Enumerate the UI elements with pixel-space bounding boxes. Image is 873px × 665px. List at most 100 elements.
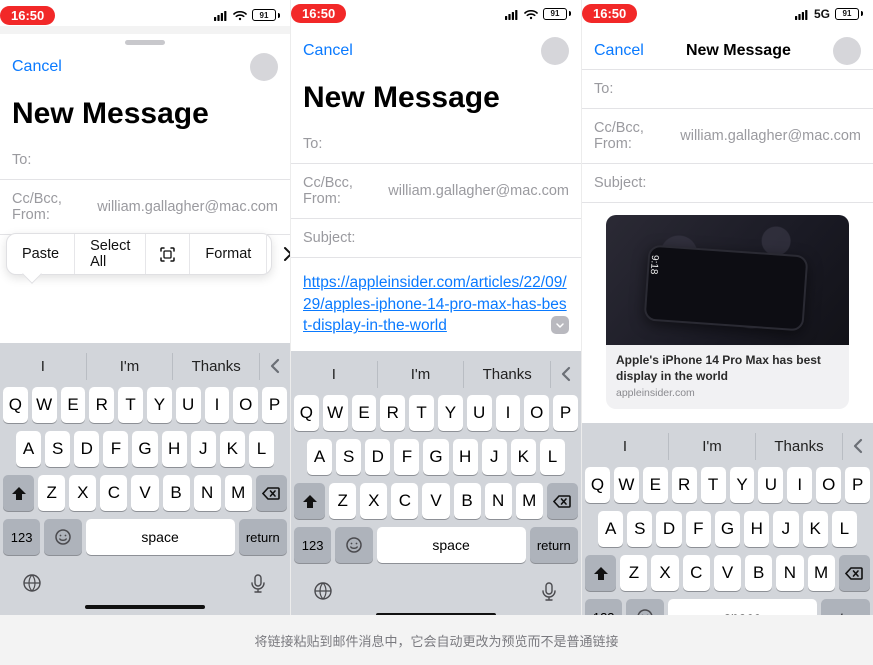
home-indicator[interactable]	[376, 613, 496, 615]
key-t[interactable]: T	[409, 395, 434, 431]
key-n[interactable]: N	[485, 483, 512, 519]
key-k[interactable]: K	[220, 431, 245, 467]
ccbcc-from-field[interactable]: Cc/Bcc, From: william.gallagher@mac.com	[291, 164, 581, 219]
key-space[interactable]: space	[86, 519, 235, 555]
key-f[interactable]: F	[394, 439, 419, 475]
suggestion-3[interactable]: Thanks	[756, 433, 843, 460]
key-y[interactable]: Y	[438, 395, 463, 431]
key-e[interactable]: E	[61, 387, 86, 423]
key-j[interactable]: J	[482, 439, 507, 475]
key-d[interactable]: D	[365, 439, 390, 475]
key-u[interactable]: U	[467, 395, 492, 431]
key-y[interactable]: Y	[147, 387, 172, 423]
dictation-button[interactable]	[539, 581, 559, 601]
home-indicator[interactable]	[85, 605, 205, 609]
key-c[interactable]: C	[391, 483, 418, 519]
key-k[interactable]: K	[511, 439, 536, 475]
key-s[interactable]: S	[45, 431, 70, 467]
key-o[interactable]: O	[816, 467, 841, 503]
link-preview-card[interactable]: Apple's iPhone 14 Pro Max has best displ…	[606, 215, 849, 409]
key-g[interactable]: G	[132, 431, 157, 467]
key-h[interactable]: H	[453, 439, 478, 475]
suggestion-3[interactable]: Thanks	[173, 353, 260, 380]
key-f[interactable]: F	[686, 511, 711, 547]
key-b[interactable]: B	[745, 555, 772, 591]
collapse-suggestions[interactable]	[551, 365, 581, 383]
key-b[interactable]: B	[163, 475, 190, 511]
key-c[interactable]: C	[100, 475, 127, 511]
key-x[interactable]: X	[69, 475, 96, 511]
key-j[interactable]: J	[773, 511, 798, 547]
suggestion-1[interactable]: I	[582, 433, 669, 460]
key-w[interactable]: W	[614, 467, 639, 503]
key-emoji[interactable]	[335, 527, 372, 563]
key-j[interactable]: J	[191, 431, 216, 467]
globe-button[interactable]	[22, 573, 42, 593]
cancel-button[interactable]: Cancel	[303, 42, 353, 60]
key-i[interactable]: I	[787, 467, 812, 503]
key-x[interactable]: X	[360, 483, 387, 519]
key-p[interactable]: P	[553, 395, 578, 431]
key-a[interactable]: A	[307, 439, 332, 475]
key-h[interactable]: H	[162, 431, 187, 467]
ccbcc-from-field[interactable]: Cc/Bcc, From: william.gallagher@mac.com	[0, 180, 290, 235]
globe-button[interactable]	[313, 581, 333, 601]
suggestion-2[interactable]: I'm	[378, 361, 465, 388]
key-p[interactable]: P	[845, 467, 870, 503]
key-return[interactable]: return	[239, 519, 287, 555]
key-n[interactable]: N	[194, 475, 221, 511]
key-q[interactable]: Q	[3, 387, 28, 423]
key-k[interactable]: K	[803, 511, 828, 547]
to-field[interactable]: To:	[0, 141, 290, 180]
key-h[interactable]: H	[744, 511, 769, 547]
key-z[interactable]: Z	[329, 483, 356, 519]
key-o[interactable]: O	[233, 387, 258, 423]
key-emoji[interactable]	[626, 599, 663, 615]
key-q[interactable]: Q	[585, 467, 610, 503]
key-x[interactable]: X	[651, 555, 678, 591]
suggestion-3[interactable]: Thanks	[464, 361, 551, 388]
cancel-button[interactable]: Cancel	[12, 58, 62, 76]
key-r[interactable]: R	[89, 387, 114, 423]
recording-time-pill[interactable]: 16:50	[0, 6, 55, 25]
suggestion-1[interactable]: I	[0, 353, 87, 380]
key-u[interactable]: U	[176, 387, 201, 423]
key-z[interactable]: Z	[620, 555, 647, 591]
key-w[interactable]: W	[32, 387, 57, 423]
compose-body[interactable]: Apple's iPhone 14 Pro Max has best displ…	[582, 203, 873, 423]
key-return[interactable]: return	[821, 599, 870, 615]
key-space[interactable]: space	[377, 527, 526, 563]
key-d[interactable]: D	[74, 431, 99, 467]
collapse-suggestions[interactable]	[843, 437, 873, 455]
key-f[interactable]: F	[103, 431, 128, 467]
key-space[interactable]: space	[668, 599, 818, 615]
key-numeric[interactable]: 123	[294, 527, 331, 563]
key-c[interactable]: C	[683, 555, 710, 591]
key-y[interactable]: Y	[730, 467, 755, 503]
cancel-button[interactable]: Cancel	[594, 42, 644, 60]
compose-body[interactable]	[0, 235, 290, 343]
recording-time-pill[interactable]: 16:50	[582, 4, 637, 23]
key-m[interactable]: M	[516, 483, 543, 519]
key-i[interactable]: I	[496, 395, 521, 431]
key-a[interactable]: A	[16, 431, 41, 467]
key-l[interactable]: L	[249, 431, 274, 467]
key-q[interactable]: Q	[294, 395, 319, 431]
key-t[interactable]: T	[118, 387, 143, 423]
pasted-link[interactable]: https://appleinsider.com/articles/22/09/…	[303, 274, 567, 334]
key-e[interactable]: E	[352, 395, 377, 431]
key-g[interactable]: G	[715, 511, 740, 547]
key-backspace[interactable]	[839, 555, 870, 591]
key-v[interactable]: V	[131, 475, 158, 511]
key-w[interactable]: W	[323, 395, 348, 431]
link-preview-toggle[interactable]	[551, 316, 569, 334]
key-z[interactable]: Z	[38, 475, 65, 511]
key-s[interactable]: S	[627, 511, 652, 547]
key-backspace[interactable]	[256, 475, 287, 511]
recording-time-pill[interactable]: 16:50	[291, 4, 346, 23]
collapse-suggestions[interactable]	[260, 357, 290, 375]
key-shift[interactable]	[585, 555, 616, 591]
key-l[interactable]: L	[540, 439, 565, 475]
subject-field[interactable]: Subject:	[291, 219, 581, 258]
key-b[interactable]: B	[454, 483, 481, 519]
